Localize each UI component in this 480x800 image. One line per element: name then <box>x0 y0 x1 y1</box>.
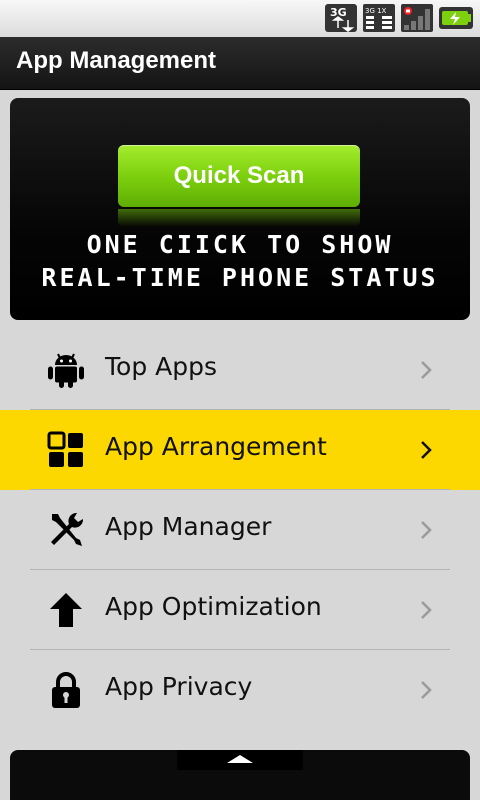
bottom-drawer <box>10 750 470 800</box>
page-title: App Management <box>16 47 217 74</box>
grid-icon <box>47 431 83 467</box>
arrow-up-icon <box>50 593 82 627</box>
title-bar: App Management <box>0 37 480 90</box>
drawer-handle[interactable] <box>177 750 303 770</box>
android-icon <box>48 353 84 388</box>
status-bar: 3G 3G 1X <box>0 0 480 37</box>
3g-icon: 3G <box>325 4 357 32</box>
scan-caption-line2: REAL-TIME PHONE STATUS <box>41 263 439 292</box>
menu-item-app-optimization[interactable]: App Optimization <box>0 570 480 650</box>
menu-item-label: Top Apps <box>105 352 217 381</box>
menu-item-app-privacy[interactable]: App Privacy <box>0 650 480 730</box>
data-3g-1x-icon: 3G 1X <box>363 4 395 32</box>
chevron-right-icon <box>421 601 432 619</box>
menu-item-label: App Manager <box>105 512 272 541</box>
quick-scan-button[interactable]: Quick Scan <box>118 145 360 207</box>
tools-icon <box>51 512 84 546</box>
menu-item-top-apps[interactable]: Top Apps <box>0 330 480 410</box>
triangle-up-icon <box>227 755 253 763</box>
battery-charging-icon <box>439 7 473 29</box>
signal-icon <box>401 4 433 32</box>
button-reflection <box>118 209 360 227</box>
chevron-right-icon <box>421 521 432 539</box>
scan-panel: Quick Scan ONE CIICK TO SHOW REAL-TIME P… <box>10 98 470 320</box>
menu-item-label: App Privacy <box>105 672 253 701</box>
menu-list: Top Apps App Arrangement App Manager App… <box>0 330 480 730</box>
scan-caption-line1: ONE CIICK TO SHOW <box>86 230 394 259</box>
menu-item-label: App Arrangement <box>105 432 327 461</box>
chevron-right-icon <box>421 681 432 699</box>
chevron-right-icon <box>421 361 432 379</box>
menu-item-app-manager[interactable]: App Manager <box>0 490 480 570</box>
menu-item-label: App Optimization <box>105 592 322 621</box>
lock-icon <box>52 672 80 708</box>
svg-text:3G 1X: 3G 1X <box>365 7 387 15</box>
chevron-right-icon <box>421 441 432 459</box>
menu-item-app-arrangement[interactable]: App Arrangement <box>0 410 480 490</box>
